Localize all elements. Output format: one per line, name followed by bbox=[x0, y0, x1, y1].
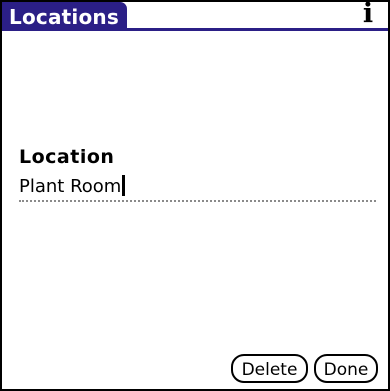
delete-button[interactable]: Delete bbox=[231, 354, 308, 383]
info-icon[interactable]: i bbox=[360, 0, 376, 27]
text-cursor bbox=[122, 175, 126, 196]
form-window: Locations i Location Plant Room Delete D… bbox=[0, 0, 390, 391]
window-title: Locations bbox=[2, 2, 127, 30]
done-button[interactable]: Done bbox=[314, 354, 378, 383]
title-underline bbox=[2, 28, 388, 31]
location-label: Location bbox=[19, 146, 115, 168]
location-value[interactable]: Plant Room bbox=[19, 176, 121, 197]
location-field[interactable]: Plant Room bbox=[19, 174, 376, 202]
